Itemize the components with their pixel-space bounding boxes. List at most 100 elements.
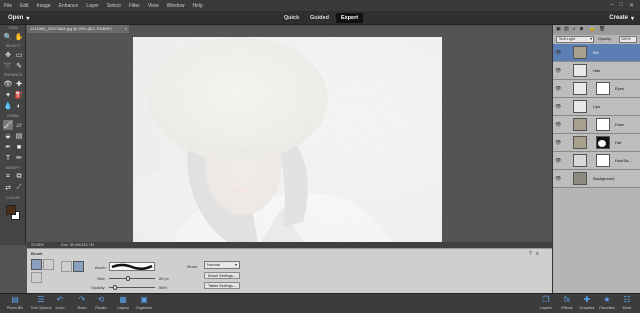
layer-row-background[interactable]: 👁 Background — [553, 170, 640, 188]
blend-mode-select[interactable]: Soft Light ▾ — [556, 36, 594, 43]
visibility-eye-icon[interactable]: 👁 — [555, 68, 561, 74]
tab-quick[interactable]: Quick — [278, 13, 305, 23]
favorites-icon: ★ — [603, 295, 611, 304]
create-button[interactable]: Create ▾ — [609, 13, 634, 23]
crop-tool-icon[interactable]: ⌗ — [3, 172, 13, 182]
lock-icon[interactable]: 🔒 — [589, 26, 595, 32]
visibility-eye-icon[interactable]: 👁 — [555, 104, 561, 110]
layer-opacity-label: Opacity: — [598, 37, 612, 41]
zoom-tool-icon[interactable]: 🔍 — [3, 32, 13, 42]
marquee-tool-icon[interactable]: ▭ — [14, 50, 24, 60]
visibility-eye-icon[interactable]: 👁 — [555, 140, 561, 146]
layer-name: Eyes — [615, 86, 624, 91]
layer-row-bg[interactable]: 👁 BG — [553, 44, 640, 62]
layers-icon: ❐ — [542, 295, 550, 304]
color-replacement-brush-icon[interactable] — [31, 272, 42, 283]
tablet-settings-button[interactable]: Tablet Settings... — [204, 282, 240, 289]
new-layer-icon[interactable]: ▣ — [556, 26, 561, 32]
gradient-tool-icon[interactable]: ▤ — [14, 131, 24, 141]
eyedropper-tool-icon[interactable]: ✒ — [3, 142, 13, 152]
mode-select[interactable]: Normal ▾ — [204, 261, 240, 269]
layer-row-hue-saturation[interactable]: 👁 Hue/Sa... — [553, 152, 640, 170]
eraser-tool-icon[interactable]: ▱ — [14, 120, 24, 130]
menu-filter[interactable]: Filter — [125, 3, 144, 9]
recompose-tool-icon[interactable]: ⧉ — [14, 172, 24, 182]
photo-canvas[interactable] — [133, 37, 442, 242]
minimize-icon[interactable]: – — [610, 2, 613, 9]
paint-bucket-tool-icon[interactable]: ⬙ — [3, 131, 13, 141]
delete-layer-icon[interactable]: 🗑 — [599, 26, 605, 32]
adjustment-layer-icon[interactable]: ◑ — [572, 26, 575, 32]
airbrush-icon[interactable] — [61, 261, 72, 272]
toolbox-section-modify: MODIFY — [5, 166, 21, 170]
brush-settings-button[interactable]: Brush Settings... — [204, 272, 240, 279]
size-slider[interactable] — [109, 278, 155, 279]
panel-menu-icon[interactable]: ≡ — [536, 251, 539, 257]
create-label: Create — [609, 15, 628, 21]
layer-mask-icon[interactable]: ◙ — [580, 26, 583, 32]
close-icon[interactable]: ✕ — [629, 2, 634, 9]
photo-bin-button[interactable]: ▤ Photo Bin — [2, 295, 28, 313]
organizer-button[interactable]: ▣ Organizer — [131, 295, 157, 313]
menu-help[interactable]: Help — [188, 3, 206, 9]
brush-tool-icon[interactable]: 🖌 — [3, 120, 13, 130]
menu-image[interactable]: Image — [33, 3, 55, 9]
visibility-eye-icon[interactable]: 👁 — [555, 86, 561, 92]
menu-enhance[interactable]: Enhance — [55, 3, 83, 9]
sponge-tool-icon[interactable]: ◐ — [14, 101, 24, 111]
tab-guided[interactable]: Guided — [306, 13, 333, 23]
impressionist-brush-icon[interactable] — [43, 259, 54, 270]
layer-thumbnail — [573, 64, 587, 77]
spot-healing-tool-icon[interactable]: ✚ — [14, 79, 24, 89]
smart-brush-tool-icon[interactable]: ✦ — [3, 90, 13, 100]
document-tab[interactable]: 1415360_20571664.jpg @ 25% (BG, RGB/8*) … — [27, 25, 129, 33]
opacity-slider-handle[interactable] — [112, 285, 117, 290]
maximize-icon[interactable]: □ — [619, 2, 623, 9]
menu-file[interactable]: File — [0, 3, 16, 9]
new-group-icon[interactable]: ▥ — [564, 26, 569, 32]
layer-name: Background — [593, 176, 615, 181]
content-aware-move-tool-icon[interactable]: ⇄ — [3, 183, 13, 193]
layer-row-hat[interactable]: 👁 Hat — [553, 134, 640, 152]
menu-layer[interactable]: Layer — [82, 3, 103, 9]
layer-row-hair[interactable]: 👁 Hair — [553, 62, 640, 80]
menu-edit[interactable]: Edit — [16, 3, 33, 9]
shape-tool-icon[interactable]: ■ — [14, 142, 24, 152]
move-tool-icon[interactable]: ✥ — [3, 50, 13, 60]
menu-window[interactable]: Window — [163, 3, 189, 9]
menu-select[interactable]: Select — [103, 3, 125, 9]
tab-expert[interactable]: Expert — [336, 13, 363, 23]
chevron-down-icon: ▾ — [590, 37, 592, 41]
menu-view[interactable]: View — [144, 3, 163, 9]
open-button[interactable]: Open ▾ — [4, 13, 33, 23]
visibility-eye-icon[interactable]: 👁 — [555, 158, 561, 164]
clone-stamp-tool-icon[interactable]: ⛽ — [14, 90, 24, 100]
more-button[interactable]: ☷ More — [614, 295, 640, 313]
pencil-tool-icon[interactable]: ✏ — [14, 153, 24, 163]
brush-preset-picker[interactable] — [109, 262, 155, 271]
layer-row-lips[interactable]: 👁 Lips — [553, 98, 640, 116]
lasso-tool-icon[interactable]: ➰ — [3, 61, 13, 71]
layer-row-face[interactable]: 👁 Face — [553, 116, 640, 134]
straighten-tool-icon[interactable]: ⟋ — [14, 183, 24, 193]
tablet-pressure-icon[interactable] — [73, 261, 84, 272]
blur-tool-icon[interactable]: 💧 — [3, 101, 13, 111]
type-tool-icon[interactable]: T — [3, 153, 13, 163]
layers-toolbar: ▣ ▥ ◑ ◙ 🔒 🗑 — [553, 25, 640, 35]
red-eye-tool-icon[interactable]: 👁 — [3, 79, 13, 89]
layer-opacity-input[interactable]: 100% — [619, 36, 637, 43]
layer-row-eyes[interactable]: 👁 Eyes — [553, 80, 640, 98]
brush-mode-normal-icon[interactable] — [31, 259, 42, 270]
visibility-eye-icon[interactable]: 👁 — [555, 176, 561, 182]
foreground-color-swatch[interactable] — [6, 205, 16, 215]
hand-tool-icon[interactable]: ✋ — [14, 32, 24, 42]
quick-selection-tool-icon[interactable]: ✎ — [14, 61, 24, 71]
toolbox-section-enhance: ENHANCE — [3, 73, 23, 77]
organizer-icon: ▣ — [140, 295, 148, 304]
visibility-eye-icon[interactable]: 👁 — [555, 122, 561, 128]
visibility-eye-icon[interactable]: 👁 — [555, 50, 561, 56]
size-slider-handle[interactable] — [126, 276, 131, 281]
close-icon[interactable]: × — [125, 25, 127, 33]
help-icon[interactable]: ? — [529, 251, 532, 257]
tool-options-title: Brush — [31, 251, 43, 256]
